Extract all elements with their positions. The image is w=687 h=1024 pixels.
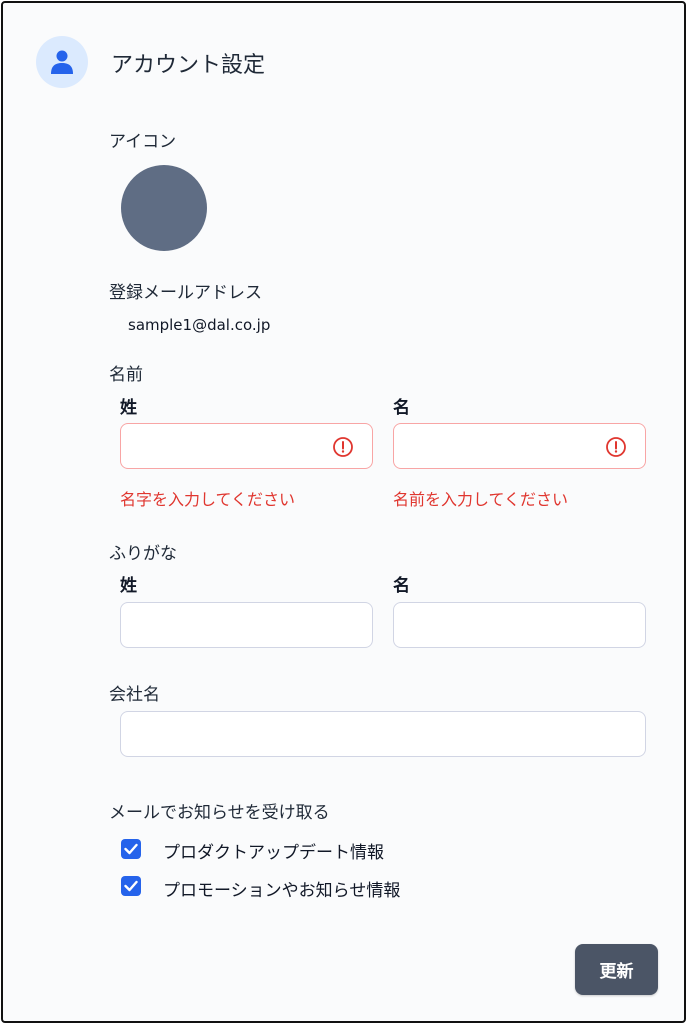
profile-icon-image[interactable] <box>121 165 207 251</box>
name-label: 名前 <box>109 365 143 385</box>
checkmark-icon <box>124 880 138 892</box>
account-settings-panel: アカウント設定 アイコン 登録メールアドレス sample1@dal.co.jp… <box>1 1 686 1023</box>
kana-first-input[interactable] <box>393 602 646 648</box>
page-title: アカウント設定 <box>111 53 266 78</box>
last-name-error: 名字を入力してください <box>120 490 296 509</box>
company-label: 会社名 <box>109 685 160 705</box>
promotion-label[interactable]: プロモーションやお知らせ情報 <box>163 876 400 901</box>
product-update-checkbox[interactable] <box>121 839 141 859</box>
email-pref-label: メールでお知らせを受け取る <box>109 803 330 823</box>
error-icon <box>333 437 353 457</box>
user-icon <box>51 50 73 74</box>
kana-label: ふりがな <box>109 544 177 564</box>
kana-first-label: 名 <box>393 576 410 596</box>
error-icon <box>606 437 626 457</box>
email-value: sample1@dal.co.jp <box>128 316 271 334</box>
first-name-error: 名前を入力してください <box>393 490 569 509</box>
update-button[interactable]: 更新 <box>575 944 658 995</box>
kana-last-label: 姓 <box>120 576 137 596</box>
icon-label: アイコン <box>109 132 177 152</box>
kana-last-input[interactable] <box>120 602 373 648</box>
company-input[interactable] <box>120 711 646 757</box>
product-update-label[interactable]: プロダクトアップデート情報 <box>163 838 384 863</box>
email-label: 登録メールアドレス <box>109 283 262 303</box>
last-name-label: 姓 <box>120 398 137 418</box>
checkmark-icon <box>124 843 138 855</box>
promotion-checkbox[interactable] <box>121 876 141 896</box>
header-avatar <box>36 36 88 88</box>
first-name-label: 名 <box>393 398 410 418</box>
